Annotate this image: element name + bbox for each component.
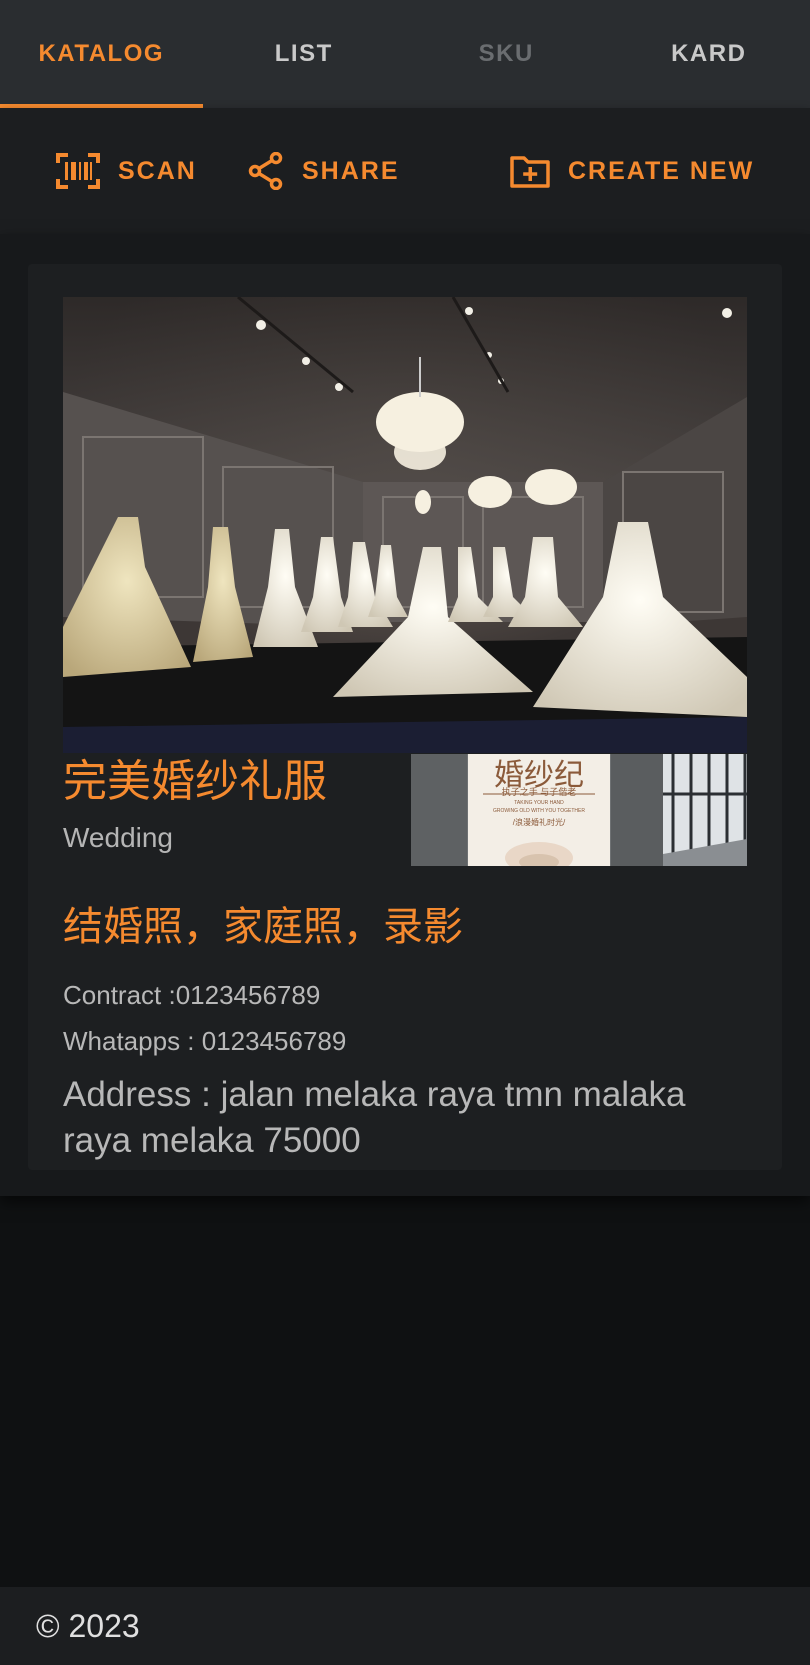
banner-line1: 执子之手 与子偕老 bbox=[501, 787, 577, 797]
contract-number: Contract :0123456789 bbox=[63, 980, 321, 1010]
banner-line3: GROWING OLD WITH YOU TOGETHER bbox=[493, 808, 585, 814]
showroom-photo bbox=[63, 297, 747, 753]
create-new-label: CREATE NEW bbox=[568, 156, 755, 185]
share-button[interactable]: SHARE bbox=[248, 108, 400, 234]
address-text: Address : jalan melaka raya tmn malaka r… bbox=[63, 1075, 686, 1160]
shop-card[interactable]: 完美婚纱礼服 Wedding 婚纱纪 执子之手 与子偕老 TAKING YOUR… bbox=[28, 264, 782, 1170]
create-new-button[interactable]: CREATE NEW bbox=[510, 108, 754, 234]
barcode-scan-icon bbox=[56, 153, 100, 189]
banner-image: 婚纱纪 执子之手 与子偕老 TAKING YOUR HAND GROWING O… bbox=[411, 754, 747, 866]
banner-line4: /浪漫婚礼时光/ bbox=[512, 818, 566, 827]
whatsapp-number: Whatapps : 0123456789 bbox=[63, 1026, 347, 1056]
tab-sku[interactable]: SKU bbox=[405, 0, 608, 108]
copyright-text: © 2023 bbox=[36, 1607, 140, 1644]
action-toolbar: SCAN SHARE CREATE NEW bbox=[0, 108, 810, 234]
tab-list[interactable]: LIST bbox=[203, 0, 406, 108]
tab-katalog[interactable]: KATALOG bbox=[0, 0, 203, 108]
footer: © 2023 bbox=[0, 1587, 810, 1665]
scan-button[interactable]: SCAN bbox=[56, 108, 197, 234]
tab-kard[interactable]: KARD bbox=[608, 0, 810, 108]
shop-name: 完美婚纱礼服 bbox=[63, 756, 327, 807]
tab-bar: KATALOG LIST SKU KARD bbox=[0, 0, 810, 108]
scan-label: SCAN bbox=[118, 156, 197, 185]
services-heading: 结婚照，家庭照，录影 bbox=[63, 904, 463, 950]
add-box-icon bbox=[510, 156, 550, 188]
catalog-panel: 完美婚纱礼服 Wedding 婚纱纪 执子之手 与子偕老 TAKING YOUR… bbox=[0, 234, 810, 1196]
banner-line2: TAKING YOUR HAND bbox=[514, 800, 564, 806]
share-icon bbox=[248, 152, 283, 190]
share-label: SHARE bbox=[302, 156, 400, 185]
shop-category: Wedding bbox=[63, 822, 174, 853]
